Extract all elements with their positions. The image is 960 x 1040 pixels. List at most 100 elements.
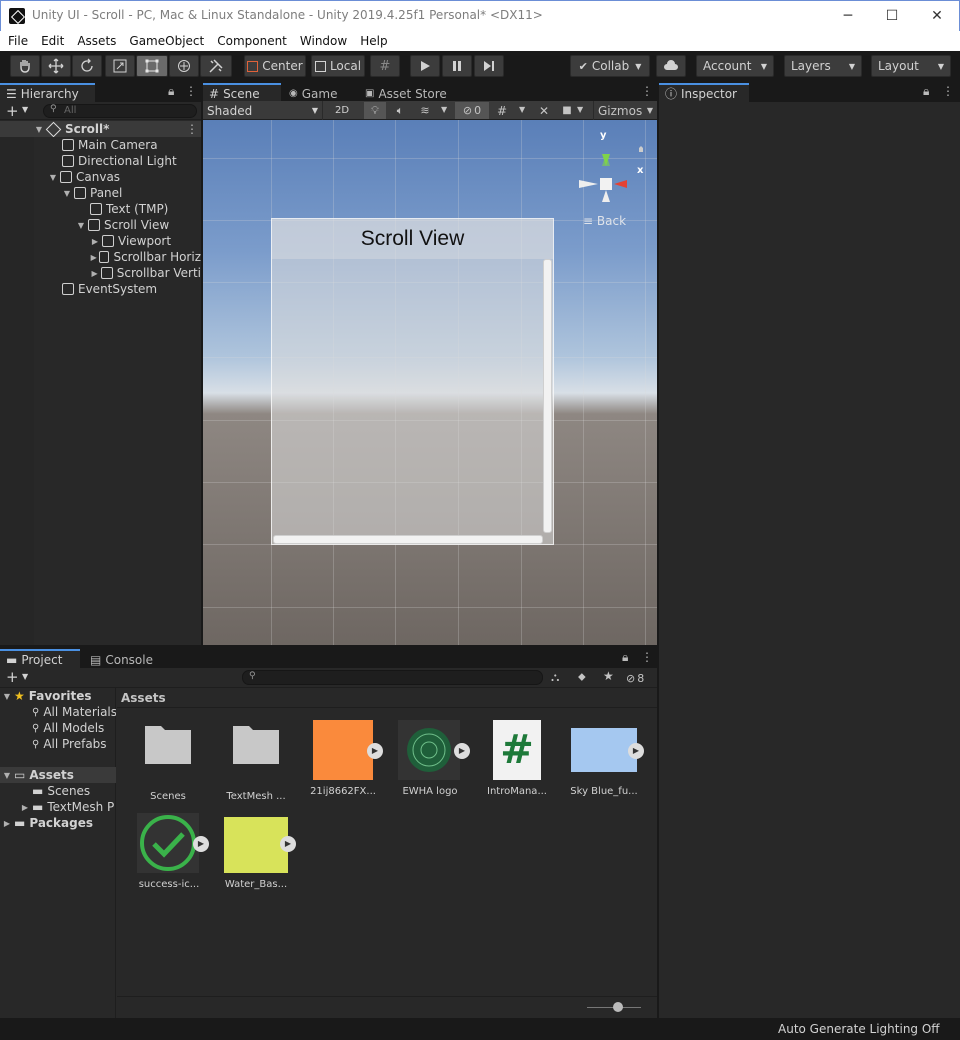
chevron-down-icon[interactable]: ▼	[441, 105, 447, 114]
collapse-arrow-icon[interactable]: ▶	[88, 269, 101, 278]
menu-help[interactable]: Help	[360, 34, 387, 48]
star-icon[interactable]: ★	[603, 669, 614, 683]
expand-arrow-icon[interactable]: ▼	[0, 692, 14, 701]
collapse-arrow-icon[interactable]: ▶	[88, 253, 99, 262]
expand-arrow-icon[interactable]: ▼	[74, 221, 88, 230]
hierarchy-item-scrollbar-horizontal[interactable]: ▶ Scrollbar Horiz	[0, 249, 201, 265]
hierarchy-item-eventsystem[interactable]: EventSystem	[0, 281, 201, 297]
gizmo-back-label[interactable]: ≡ Back	[583, 214, 626, 228]
asset-success-icon[interactable]: ▶ success-ic...	[129, 813, 209, 890]
pause-button[interactable]	[442, 55, 472, 77]
tree-folder-textmesh[interactable]: ▶ ▬ TextMesh P	[0, 799, 116, 815]
panel-menu-icon[interactable]: ⋮	[942, 84, 954, 98]
menu-assets[interactable]: Assets	[77, 34, 116, 48]
play-icon[interactable]: ▶	[280, 836, 296, 852]
lighting-toggle-button[interactable]: 💡︎	[364, 102, 386, 119]
hierarchy-search-input[interactable]: ⚲ All	[43, 104, 197, 118]
hierarchy-item-canvas[interactable]: ▼ Canvas	[0, 169, 201, 185]
pivot-center-button[interactable]: Center	[244, 55, 306, 77]
chevron-down-icon[interactable]: ▼	[22, 105, 28, 114]
orientation-gizmo[interactable]: y x ≡ Back	[575, 130, 647, 228]
lock-icon[interactable]: 🔒︎	[168, 84, 174, 99]
play-icon[interactable]: ▶	[193, 836, 209, 852]
collapse-arrow-icon[interactable]: ▶	[0, 819, 14, 828]
layout-dropdown[interactable]: Layout ▼	[871, 55, 951, 77]
tree-assets[interactable]: ▼ ▭ Assets	[0, 767, 116, 783]
add-button[interactable]: +	[6, 668, 19, 686]
hierarchy-item-scrollbar-vertical[interactable]: ▶ Scrollbar Verti	[0, 265, 201, 281]
collab-button[interactable]: ✔ Collab ▼	[570, 55, 650, 77]
chevron-down-icon[interactable]: ▼	[22, 672, 28, 681]
hierarchy-item-scroll-view[interactable]: ▼ Scroll View	[0, 217, 201, 233]
collapse-arrow-icon[interactable]: ▶	[18, 803, 32, 812]
expand-arrow-icon[interactable]: ▼	[0, 771, 14, 780]
expand-arrow-icon[interactable]: ▼	[60, 189, 74, 198]
tab-inspector[interactable]: ⓘ Inspector	[659, 83, 749, 102]
tree-folder-scenes[interactable]: ▬ Scenes	[0, 783, 116, 799]
hierarchy-item-viewport[interactable]: ▶ Viewport	[0, 233, 201, 249]
camera-toggle-button[interactable]: ■	[559, 102, 575, 119]
panel-menu-icon[interactable]: ⋮	[185, 84, 197, 98]
step-button[interactable]	[474, 55, 504, 77]
menu-gameobject[interactable]: GameObject	[129, 34, 204, 48]
chevron-down-icon[interactable]: ▼	[519, 105, 525, 114]
play-icon[interactable]: ▶	[628, 743, 644, 759]
tab-hierarchy[interactable]: ☰ Hierarchy	[0, 83, 95, 102]
panel-menu-icon[interactable]: ⋮	[641, 84, 653, 98]
hierarchy-item-panel[interactable]: ▼ Panel	[0, 185, 201, 201]
tab-asset-store[interactable]: ▣ Asset Store	[359, 83, 459, 102]
menu-window[interactable]: Window	[300, 34, 347, 48]
project-search-input[interactable]: ⚲	[242, 670, 543, 685]
tools-toggle-button[interactable]: ✕	[535, 102, 553, 119]
hierarchy-item-main-camera[interactable]: Main Camera	[0, 137, 201, 153]
asset-water-image[interactable]: ▶ Water_Bas...	[216, 813, 296, 890]
asset-textmesh-folder[interactable]: TextMesh ...	[216, 720, 296, 802]
gizmos-dropdown[interactable]: Gizmos ▼	[593, 101, 657, 120]
scale-tool-button[interactable]	[105, 55, 135, 77]
panel-menu-icon[interactable]: ⋮	[641, 650, 653, 664]
cloud-button[interactable]	[656, 55, 686, 77]
scrollbar-vertical[interactable]	[543, 259, 552, 533]
asset-orange-image[interactable]: ▶ 21ij8662FX...	[303, 720, 383, 797]
play-icon[interactable]: ▶	[367, 743, 383, 759]
chevron-down-icon[interactable]: ▼	[577, 105, 583, 114]
collapse-arrow-icon[interactable]: ▶	[88, 237, 102, 246]
lighting-status-text[interactable]: Auto Generate Lighting Off	[778, 1022, 940, 1036]
hand-tool-button[interactable]	[10, 55, 40, 77]
tree-favorite-item[interactable]: ⚲ All Models	[0, 720, 116, 736]
audio-toggle-button[interactable]: 🔈︎	[390, 102, 410, 119]
hierarchy-item-text-tmp[interactable]: Text (TMP)	[0, 201, 201, 217]
tab-game[interactable]: ◉ Game	[283, 83, 357, 102]
tab-scene[interactable]: # Scene	[203, 83, 281, 102]
tree-favorites[interactable]: ▼ ★ Favorites	[0, 688, 116, 704]
menu-component[interactable]: Component	[217, 34, 287, 48]
transform-tool-button[interactable]	[169, 55, 199, 77]
expand-arrow-icon[interactable]: ▼	[32, 125, 46, 134]
asset-sky-blue-image[interactable]: ▶ Sky Blue_fu...	[564, 720, 644, 797]
hidden-objects-toggle[interactable]: ⊘ 0	[455, 102, 489, 119]
asset-scenes-folder[interactable]: Scenes	[128, 720, 208, 802]
shading-mode-dropdown[interactable]: Shaded ▼	[203, 101, 323, 120]
maximize-button[interactable]: ☐	[869, 1, 915, 31]
custom-tool-button[interactable]	[200, 55, 232, 77]
close-button[interactable]: ✕	[914, 1, 960, 31]
menu-file[interactable]: File	[8, 34, 28, 48]
grid-toggle-button[interactable]: #	[493, 102, 511, 119]
scene-viewport[interactable]: Scroll View y x ≡ Back	[203, 120, 657, 645]
effects-toggle-button[interactable]: ≋	[415, 102, 435, 119]
grid-snap-button[interactable]: #	[370, 55, 400, 77]
filter-by-type-icon[interactable]: ⛬	[551, 670, 559, 685]
tree-favorite-item[interactable]: ⚲ All Prefabs	[0, 736, 116, 752]
play-icon[interactable]: ▶	[454, 743, 470, 759]
hierarchy-scene-row[interactable]: ▼ Scroll* ⋮	[0, 121, 201, 137]
lock-icon[interactable]: 🔒︎	[923, 84, 929, 99]
hidden-packages-toggle[interactable]: ⊘ 8	[626, 670, 654, 686]
tag-icon[interactable]: ⬥	[578, 670, 586, 684]
tab-project[interactable]: ▬ Project	[0, 649, 80, 668]
scene-menu-icon[interactable]: ⋮	[186, 122, 198, 136]
pivot-local-button[interactable]: Local	[311, 55, 365, 77]
rotate-tool-button[interactable]	[72, 55, 102, 77]
lock-icon[interactable]: 🔒︎	[622, 650, 628, 665]
minimize-button[interactable]: ─	[825, 1, 871, 31]
expand-arrow-icon[interactable]: ▼	[46, 173, 60, 182]
